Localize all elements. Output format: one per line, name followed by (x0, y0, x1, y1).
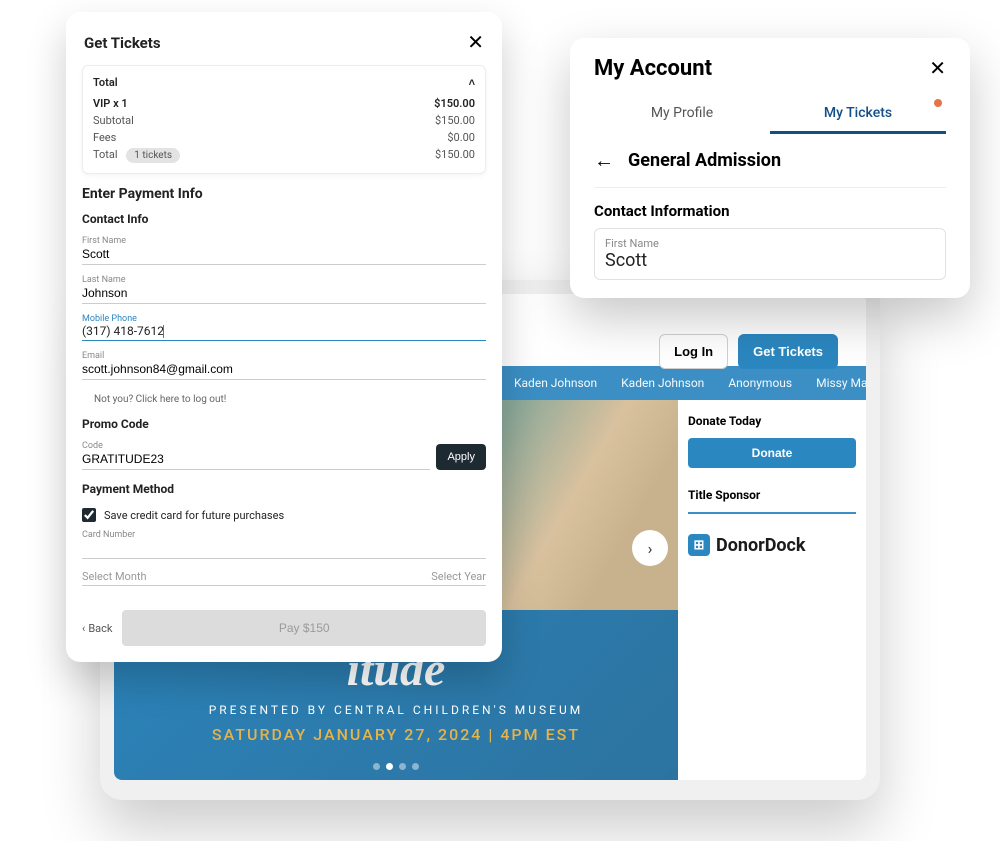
close-icon[interactable]: ✕ (467, 30, 484, 55)
hero-pagination[interactable] (373, 763, 419, 770)
account-first-name-label: First Name (605, 237, 935, 250)
first-name-input[interactable] (82, 246, 486, 262)
account-tabs: My Profile My Tickets (594, 95, 946, 134)
sidebar: Donate Today Donate Title Sponsor ⊞ Dono… (678, 400, 866, 780)
total-amount: $150.00 (435, 148, 475, 161)
tab-my-tickets-label: My Tickets (824, 105, 892, 121)
subtotal-amount: $150.00 (435, 114, 475, 127)
back-button[interactable]: ‹ Back (82, 622, 112, 635)
tab-my-tickets[interactable]: My Tickets (770, 95, 946, 134)
mobile-phone-field[interactable]: Mobile Phone (317) 418-7612 (82, 310, 486, 341)
my-account-popup: My Account ✕ My Profile My Tickets ← Gen… (570, 38, 970, 298)
line-item-amount: $150.00 (434, 97, 475, 110)
fees-label: Fees (93, 131, 116, 144)
logout-hint-link[interactable]: Not you? Click here to log out! (82, 386, 486, 409)
back-label: Back (88, 622, 112, 635)
sponsor-card: Title Sponsor ⊞ DonorDock (688, 488, 856, 556)
line-item-label: VIP x 1 (93, 97, 128, 110)
ribbon-name: Anonymous (728, 376, 792, 390)
contact-info-heading: Contact Info (82, 212, 486, 226)
donate-button[interactable]: Donate (688, 438, 856, 468)
pay-button[interactable]: Pay $150 (122, 610, 486, 646)
fees-amount: $0.00 (447, 131, 475, 144)
hero-subtitle: PRESENTED BY CENTRAL CHILDREN'S MUSEUM (114, 703, 678, 717)
promo-code-label: Code (82, 441, 430, 451)
exp-year-select[interactable]: Select Year (431, 570, 486, 583)
chevron-up-icon[interactable]: ˄ (469, 76, 475, 89)
last-name-label: Last Name (82, 275, 486, 285)
account-title: My Account (594, 56, 712, 81)
last-name-field[interactable]: Last Name (82, 271, 486, 304)
login-button[interactable]: Log In (659, 334, 728, 369)
donate-card: Donate Today Donate (688, 414, 856, 468)
apply-promo-button[interactable]: Apply (436, 444, 486, 470)
ticket-type-title: General Admission (628, 150, 781, 171)
sponsor-icon: ⊞ (688, 534, 710, 556)
expiration-row[interactable]: Select Month Select Year (82, 565, 486, 586)
mobile-phone-value: (317) 418-7612 (82, 324, 164, 338)
close-icon[interactable]: ✕ (929, 56, 946, 81)
text-cursor-icon (163, 325, 164, 338)
promo-heading: Promo Code (82, 417, 486, 431)
account-first-name-value: Scott (605, 250, 935, 271)
get-tickets-button[interactable]: Get Tickets (738, 334, 838, 369)
ribbon-name: Missy Marchant (816, 376, 866, 390)
email-field[interactable]: Email (82, 347, 486, 380)
first-name-field[interactable]: First Name (82, 232, 486, 265)
donate-title: Donate Today (688, 414, 856, 428)
sponsor-name: DonorDock (716, 535, 806, 556)
last-name-input[interactable] (82, 285, 486, 301)
hero-photo (474, 400, 678, 610)
modal-title: Get Tickets (84, 34, 161, 52)
card-number-field[interactable]: Card Number (82, 526, 486, 559)
site-actions: Log In Get Tickets (659, 334, 838, 369)
order-summary: Total ˄ VIP x 1 $150.00 Subtotal $150.00… (82, 65, 486, 174)
tab-my-profile[interactable]: My Profile (594, 95, 770, 134)
first-name-label: First Name (82, 236, 486, 246)
payment-info-heading: Enter Payment Info (82, 186, 486, 202)
save-card-checkbox[interactable] (82, 508, 96, 522)
contact-info-heading: Contact Information (594, 202, 946, 220)
ribbon-name: Kaden Johnson (514, 376, 597, 390)
card-number-input[interactable] (82, 540, 486, 556)
summary-header: Total (93, 76, 118, 89)
email-label: Email (82, 351, 486, 361)
promo-code-input[interactable] (82, 451, 430, 467)
subtotal-label: Subtotal (93, 114, 134, 127)
ribbon-name: Kaden Johnson (621, 376, 704, 390)
hero-next-button[interactable]: › (632, 530, 668, 566)
exp-month-select[interactable]: Select Month (82, 570, 147, 583)
sponsor-logo: ⊞ DonorDock (688, 534, 856, 556)
email-input[interactable] (82, 361, 486, 377)
ticket-count-pill: 1 tickets (126, 148, 180, 163)
notification-dot-icon (934, 99, 942, 107)
get-tickets-modal: Get Tickets ✕ Total ˄ VIP x 1 $150.00 Su… (66, 12, 502, 662)
mobile-phone-label: Mobile Phone (82, 314, 486, 324)
sponsor-divider (688, 512, 856, 514)
card-number-label: Card Number (82, 530, 486, 540)
hero-date-time: SATURDAY JANUARY 27, 2024 | 4PM EST (114, 725, 678, 744)
promo-code-field[interactable]: Code (82, 437, 430, 470)
sponsor-title: Title Sponsor (688, 488, 856, 502)
back-arrow-icon[interactable]: ← (594, 148, 614, 173)
account-first-name-field[interactable]: First Name Scott (594, 228, 946, 280)
save-card-label: Save credit card for future purchases (104, 509, 284, 522)
total-label: Total (93, 148, 118, 161)
payment-method-heading: Payment Method (82, 482, 486, 496)
